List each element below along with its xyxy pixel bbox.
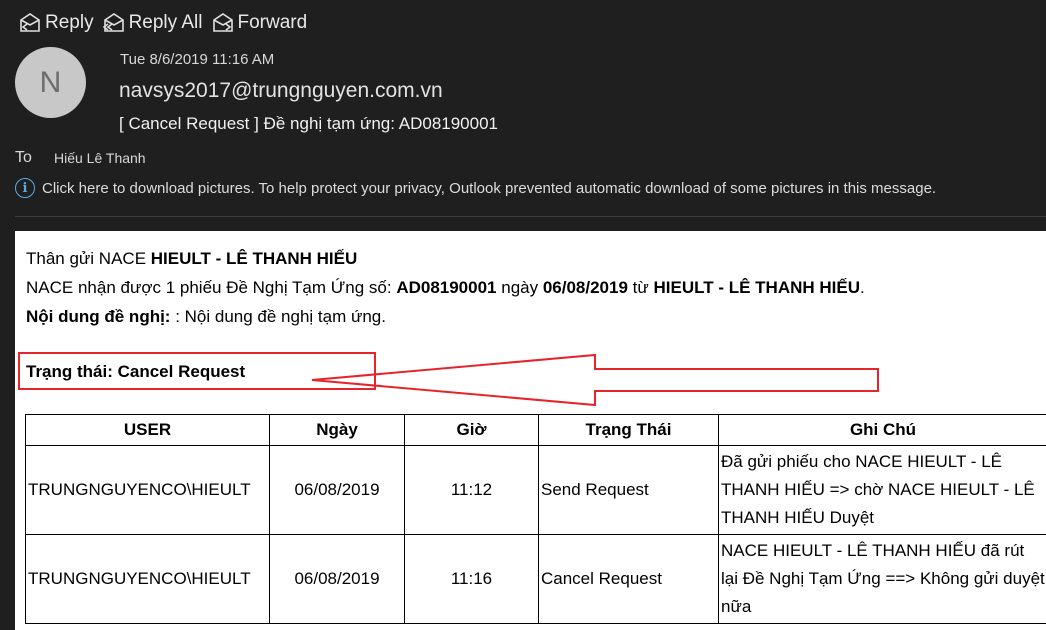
cell-date: 06/08/2019 xyxy=(269,445,405,535)
annotation-arrow xyxy=(311,353,879,407)
avatar: N xyxy=(15,47,86,118)
cell-user: TRUNGNGUYENCO\HIEULT xyxy=(25,445,270,535)
column-header-status: Trạng Thái xyxy=(538,414,719,446)
reply-label: Reply xyxy=(45,12,94,33)
cell-user: TRUNGNGUYENCO\HIEULT xyxy=(25,534,270,624)
table-row: TRUNGNGUYENCO\HIEULT 06/08/2019 11:12 Se… xyxy=(25,445,1046,535)
cell-note: Đã gửi phiếu cho NACE HIEULT - LÊ THANH … xyxy=(718,445,1046,535)
info-icon: i xyxy=(15,178,35,198)
reply-icon xyxy=(20,13,40,32)
column-header-note: Ghi Chú xyxy=(718,414,1046,446)
column-header-time: Giờ xyxy=(404,414,539,446)
message-body: Thân gửi NACE HIEULT - LÊ THANH HIẾU NAC… xyxy=(15,231,1046,630)
sender-address[interactable]: navsys2017@trungnguyen.com.vn xyxy=(119,79,443,103)
cell-time: 11:12 xyxy=(404,445,539,535)
column-header-date: Ngày xyxy=(269,414,405,446)
download-pictures-bar[interactable]: i Click here to download pictures. To he… xyxy=(15,178,936,198)
table-row: TRUNGNGUYENCO\HIEULT 06/08/2019 11:16 Ca… xyxy=(25,534,1046,624)
reply-all-icon xyxy=(102,13,124,32)
cell-note: NACE HIEULT - LÊ THANH HIẾU đã rút lại Đ… xyxy=(718,534,1046,624)
cell-status: Send Request xyxy=(538,445,719,535)
forward-button[interactable]: Forward xyxy=(211,12,308,34)
recipient-name[interactable]: Hiếu Lê Thanh xyxy=(54,150,146,166)
reply-button[interactable]: Reply xyxy=(18,12,94,34)
to-label: To xyxy=(15,149,32,166)
message-subject: [ Cancel Request ] Đề nghị tạm ứng: AD08… xyxy=(119,114,499,133)
message-date: Tue 8/6/2019 11:16 AM xyxy=(120,51,275,68)
header-divider xyxy=(15,216,1046,217)
reply-all-label: Reply All xyxy=(128,12,203,33)
cell-time: 11:16 xyxy=(404,534,539,624)
cell-date: 06/08/2019 xyxy=(269,534,405,624)
forward-label: Forward xyxy=(237,12,308,33)
forward-icon xyxy=(212,13,233,32)
cell-status: Cancel Request xyxy=(538,534,719,624)
message-toolbar: Reply Reply All Forward xyxy=(18,12,307,34)
status-table: USER Ngày Giờ Trạng Thái Ghi Chú TRUNGNG… xyxy=(25,414,1046,624)
reply-all-button[interactable]: Reply All xyxy=(102,12,203,34)
table-header-row: USER Ngày Giờ Trạng Thái Ghi Chú xyxy=(25,414,1046,446)
column-header-user: USER xyxy=(25,414,270,446)
download-pictures-text[interactable]: Click here to download pictures. To help… xyxy=(42,180,936,197)
